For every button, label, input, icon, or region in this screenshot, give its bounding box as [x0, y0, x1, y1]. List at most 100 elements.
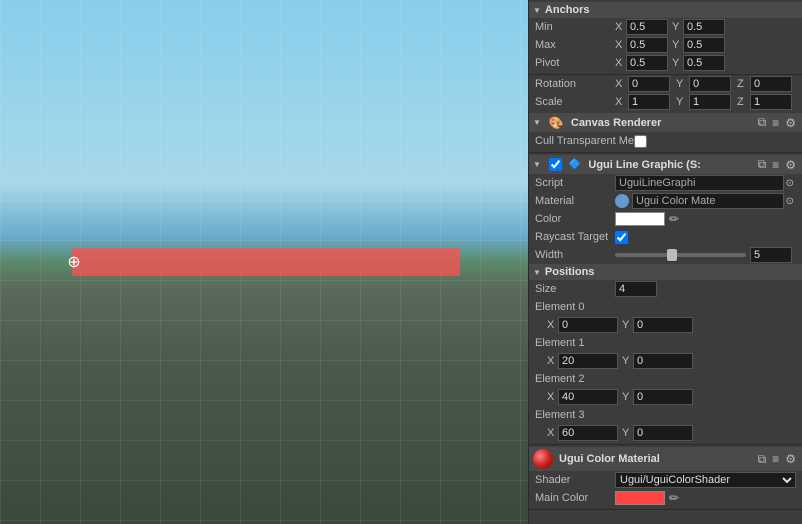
anchors-min-row: Min X Y — [529, 18, 802, 36]
main-color-row: Main Color ✏ — [529, 489, 802, 507]
anchors-pivot-row: Pivot X Y — [529, 54, 802, 72]
width-slider-container — [615, 247, 796, 263]
color-picker-icon[interactable]: ✏ — [667, 212, 681, 226]
script-field: UguiLineGraphi — [615, 175, 784, 191]
width-label: Width — [535, 249, 615, 261]
canvas-renderer-menu-icon[interactable]: ≡ — [770, 115, 781, 130]
size-value[interactable] — [615, 281, 657, 297]
raycast-checkbox[interactable] — [615, 231, 628, 244]
anchors-max-row: Max X Y — [529, 36, 802, 54]
ugui-material-header[interactable]: Ugui Color Material ⧉ ≡ ⚙ — [529, 447, 802, 471]
element0-label-row: Element 0 — [529, 298, 802, 316]
element1-y[interactable] — [633, 353, 693, 369]
element2-x[interactable] — [558, 389, 618, 405]
raycast-row: Raycast Target — [529, 228, 802, 246]
material-sphere-icon — [533, 449, 553, 469]
ugui-line-gear-icon[interactable]: ⚙ — [783, 157, 798, 172]
element3-x[interactable] — [558, 425, 618, 441]
anchors-max-y[interactable] — [683, 37, 725, 53]
move-icon: ⊕ — [60, 248, 88, 276]
material-ball-icon — [615, 194, 629, 208]
element3-row: X Y — [529, 424, 802, 442]
ugui-line-triangle: ▼ — [533, 160, 541, 169]
size-row: Size — [529, 280, 802, 298]
canvas-renderer-triangle: ▼ — [533, 118, 541, 127]
positions-header[interactable]: ▼ Positions — [529, 264, 802, 280]
anchors-section: ▼ Anchors Min X Y Max X Y Pivot X — [529, 0, 802, 75]
element2-y[interactable] — [633, 389, 693, 405]
rotation-x[interactable] — [628, 76, 670, 92]
element0-x[interactable] — [558, 317, 618, 333]
material-copy-icon[interactable]: ⧉ — [756, 452, 769, 467]
rotation-z[interactable] — [750, 76, 792, 92]
element1-x[interactable] — [558, 353, 618, 369]
e0-x-label: X — [547, 319, 557, 331]
scale-x-label: X — [615, 96, 625, 108]
element0-label: Element 0 — [535, 301, 615, 313]
main-color-picker-icon[interactable]: ✏ — [667, 491, 681, 505]
ugui-line-menu-icon[interactable]: ≡ — [770, 157, 781, 172]
ugui-line-icons: ⧉ ≡ ⚙ — [756, 157, 798, 172]
canvas-renderer-section: ▼ 🎨 Canvas Renderer ⧉ ≡ ⚙ Cull Transpare… — [529, 111, 802, 153]
element1-label-row: Element 1 — [529, 334, 802, 352]
ugui-line-header[interactable]: ▼ 🔷 Ugui Line Graphic (S: ⧉ ≡ ⚙ — [529, 155, 802, 174]
scale-y[interactable] — [689, 94, 731, 110]
positions-triangle: ▼ — [533, 268, 541, 277]
canvas-renderer-title: Canvas Renderer — [571, 117, 662, 129]
scale-z[interactable] — [750, 94, 792, 110]
rotation-y[interactable] — [689, 76, 731, 92]
anchors-min-fields: X Y — [615, 19, 796, 35]
anchors-max-x[interactable] — [626, 37, 668, 53]
ugui-line-title: Ugui Line Graphic (S: — [588, 159, 700, 171]
canvas-renderer-gear-icon[interactable]: ⚙ — [783, 115, 798, 130]
anchors-min-x[interactable] — [626, 19, 668, 35]
material-select-icon[interactable]: ⊙ — [784, 196, 796, 207]
script-value: UguiLineGraphi — [619, 177, 695, 189]
anchors-triangle: ▼ — [533, 6, 541, 15]
cull-transparent-checkbox[interactable] — [634, 135, 647, 148]
anchors-min-label: Min — [535, 21, 615, 33]
rotation-row: Rotation X Y Z — [529, 75, 802, 93]
anchors-pivot-x[interactable] — [626, 55, 668, 71]
color-swatch[interactable] — [615, 212, 665, 226]
material-gear-icon[interactable]: ⚙ — [783, 452, 798, 467]
e1-x-label: X — [547, 355, 557, 367]
pivot-y-label: Y — [672, 57, 682, 69]
max-y-label: Y — [672, 39, 682, 51]
main-color-swatch[interactable] — [615, 491, 665, 505]
canvas-renderer-settings-icon[interactable]: ⧉ — [756, 115, 769, 130]
canvas-renderer-header[interactable]: ▼ 🎨 Canvas Renderer ⧉ ≡ ⚙ — [529, 113, 802, 132]
shader-label: Shader — [535, 474, 615, 486]
e1-y-label: Y — [622, 355, 632, 367]
anchors-min-y[interactable] — [683, 19, 725, 35]
element1-row: X Y — [529, 352, 802, 370]
rotation-xyz: X Y Z — [615, 76, 796, 92]
max-x-label: X — [615, 39, 625, 51]
anchors-header[interactable]: ▼ Anchors — [529, 2, 802, 18]
ugui-material-title: Ugui Color Material — [559, 453, 660, 465]
e3-x-label: X — [547, 427, 557, 439]
material-menu-icon[interactable]: ≡ — [770, 452, 781, 467]
element3-label-row: Element 3 — [529, 406, 802, 424]
ugui-line-enabled-checkbox[interactable] — [549, 158, 562, 171]
width-slider[interactable] — [615, 253, 746, 257]
width-row: Width — [529, 246, 802, 264]
shader-select[interactable]: Ugui/UguiColorShader — [615, 472, 796, 488]
width-value[interactable] — [750, 247, 792, 263]
element3-y[interactable] — [633, 425, 693, 441]
ugui-line-copy-icon[interactable]: ⧉ — [756, 157, 769, 172]
main-color-label: Main Color — [535, 492, 615, 504]
script-select-icon[interactable]: ⊙ — [784, 178, 796, 189]
anchors-pivot-label: Pivot — [535, 57, 615, 69]
element0-y[interactable] — [633, 317, 693, 333]
e2-y-label: Y — [622, 391, 632, 403]
material-value: Ugui Color Mate — [636, 195, 715, 207]
viewport: ⊕ — [0, 0, 528, 524]
scale-z-label: Z — [737, 96, 747, 108]
cull-transparent-label: Cull Transparent Me — [535, 135, 634, 147]
anchors-pivot-y[interactable] — [683, 55, 725, 71]
color-label: Color — [535, 213, 615, 225]
scale-x[interactable] — [628, 94, 670, 110]
material-row: Material Ugui Color Mate ⊙ — [529, 192, 802, 210]
red-bar — [72, 248, 460, 276]
